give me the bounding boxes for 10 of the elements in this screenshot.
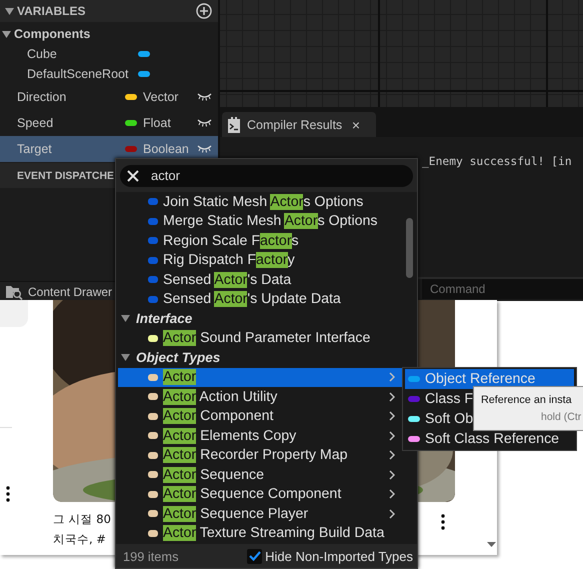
caption-text: 치국수, # bbox=[53, 531, 107, 548]
tooltip-text: Reference an insta bbox=[481, 394, 573, 406]
section-title: VARIABLES bbox=[17, 4, 86, 18]
shortcut-hint: hold (Ctr bbox=[541, 411, 582, 423]
item-count: 199 items bbox=[123, 548, 180, 564]
log-line: _Enemy successful! [in bbox=[422, 155, 573, 168]
category-header: Interface bbox=[136, 311, 192, 326]
category-header: Object Types bbox=[136, 350, 220, 366]
caption-text: 그 시절 80 bbox=[53, 511, 111, 528]
group-label: Components bbox=[14, 27, 90, 41]
